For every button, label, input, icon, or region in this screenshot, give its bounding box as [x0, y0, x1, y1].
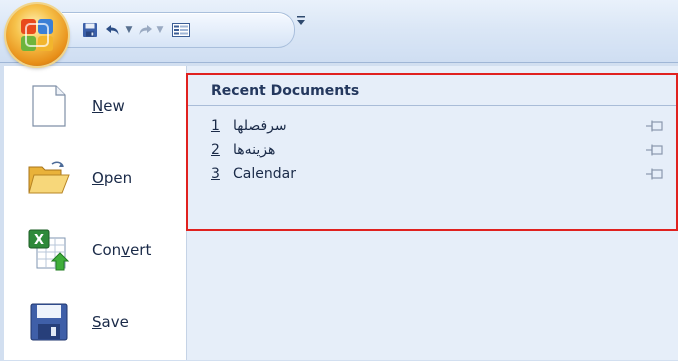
recent-item-name: سرفصلها — [233, 118, 287, 134]
open-label: Open — [92, 169, 133, 187]
office-button[interactable] — [6, 4, 68, 66]
pin-icon[interactable] — [646, 166, 664, 180]
save-label: Save — [92, 313, 129, 331]
redo-icon[interactable] — [136, 21, 154, 39]
form-icon[interactable] — [170, 21, 192, 39]
convert-label: Convert — [92, 241, 152, 259]
pin-icon[interactable] — [646, 142, 664, 156]
quick-access-toolbar: ▼ ▼ — [62, 12, 295, 48]
new-label: New — [92, 97, 125, 115]
save-icon[interactable] — [80, 21, 100, 39]
new-document-icon — [24, 81, 74, 131]
command-list: New Open X Convert Save — [4, 66, 187, 360]
title-bar: ▼ ▼ — [0, 0, 678, 62]
recent-documents-panel: Recent Documents 1 سرفصلها 2 هزینه‌ها 3 … — [187, 66, 678, 360]
pin-icon[interactable] — [646, 118, 664, 132]
convert-icon: X — [24, 225, 74, 275]
recent-documents-title: Recent Documents — [187, 76, 678, 106]
convert-command[interactable]: X Convert — [4, 218, 186, 282]
open-command[interactable]: Open — [4, 146, 186, 210]
recent-item-name: Calendar — [233, 166, 296, 182]
save-command[interactable]: Save — [4, 290, 186, 354]
open-folder-icon — [24, 153, 74, 203]
save-disk-icon — [24, 297, 74, 347]
office-logo-icon — [21, 19, 53, 51]
undo-icon[interactable] — [104, 21, 122, 39]
new-command[interactable]: New — [4, 74, 186, 138]
svg-text:X: X — [34, 233, 44, 248]
recent-item-number: 1 — [211, 118, 220, 134]
recent-item[interactable]: 1 سرفصلها — [187, 114, 678, 138]
redo-dropdown-icon[interactable]: ▼ — [155, 21, 165, 39]
recent-item[interactable]: 3 Calendar — [187, 162, 678, 186]
recent-item[interactable]: 2 هزینه‌ها — [187, 138, 678, 162]
undo-dropdown-icon[interactable]: ▼ — [124, 21, 134, 39]
recent-item-number: 3 — [211, 166, 220, 182]
recent-item-number: 2 — [211, 142, 220, 158]
customize-qat-icon[interactable] — [296, 15, 306, 30]
recent-item-name: هزینه‌ها — [233, 142, 276, 158]
